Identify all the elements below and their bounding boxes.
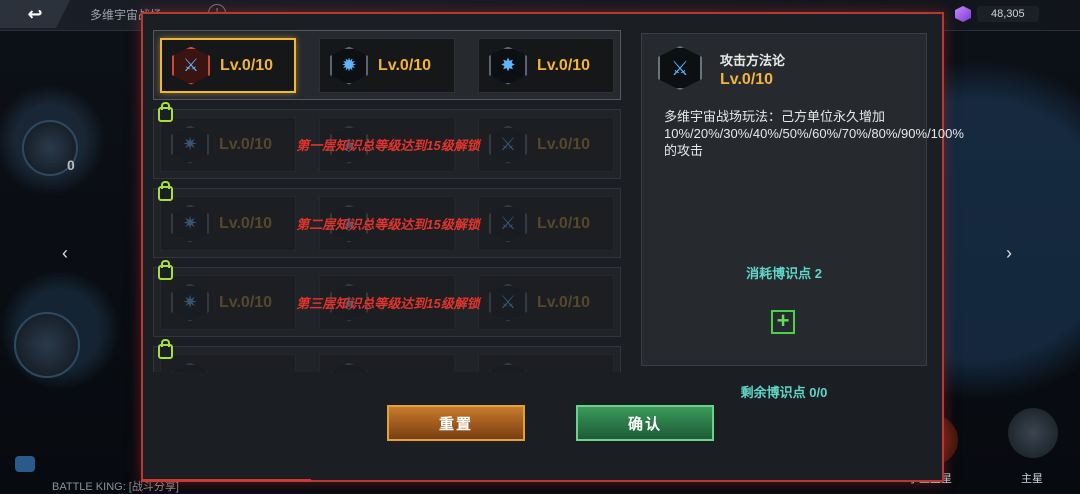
skill-cell: ◈ [319, 354, 455, 372]
cost-text: 消耗博识点 2 [746, 266, 822, 281]
skill-cell[interactable]: ✹ Lv.0/10 [319, 38, 455, 93]
skill-cell[interactable]: ✸ Lv.0/10 [478, 38, 614, 93]
lock-icon [158, 260, 173, 280]
skill-level: Lv.0/10 [378, 56, 432, 74]
lock-icon [158, 181, 173, 201]
skill-cell[interactable]: ⚔ Lv.0/10 [160, 38, 296, 93]
skill-level: Lv.0/10 [220, 56, 274, 74]
detail-panel: ⚔ 攻击方法论 Lv.0/10 多维宇宙战场玩法：己方单位永久增加10%/20%… [641, 33, 964, 366]
remaining-points: 剩余博识点 0/0 [740, 385, 828, 400]
sword-icon: ⚔ [172, 46, 210, 85]
unlock-requirement: 第二层知识总等级达到15级解锁 [296, 217, 480, 232]
skill-cell: ✷ [160, 354, 296, 372]
back-icon: ↩ [27, 3, 43, 24]
nav-main-star-label[interactable]: 主星 [1021, 470, 1043, 486]
knowledge-modal: ⚔ Lv.0/10 ✹ Lv.0/10 ✸ Lv.0/10 ✷ Lv.0/10 ◈ ⚔ Lv.0/1… [141, 12, 964, 482]
gear-star-icon: ✷ [171, 362, 209, 372]
detail-description: 多维宇宙战场玩法：己方单位永久增加10%/20%/30%/40%/50%/60%… [664, 109, 964, 158]
confirm-button[interactable]: 确认 [576, 405, 714, 441]
modal-accent [141, 465, 311, 482]
reset-button[interactable]: 重置 [387, 405, 525, 441]
back-button[interactable]: ↩ [0, 0, 70, 28]
currency-display: 48,305 [955, 6, 1039, 22]
knowledge-row: ✷ Lv.0/10 ◈ ⚔ Lv.0/10 第一层知识总等级达到15级解锁 [153, 102, 621, 179]
currency-value: 48,305 [977, 6, 1039, 22]
left-gear-emblem[interactable] [14, 312, 80, 378]
left-arrow-icon[interactable]: ‹ [62, 243, 68, 264]
chat-icon[interactable] [15, 456, 35, 472]
knowledge-row: ⚔ Lv.0/10 ✹ Lv.0/10 ✸ Lv.0/10 [153, 30, 621, 100]
skill-cell: ⚔ [478, 354, 614, 372]
sparkle-icon: ✸ [489, 46, 527, 85]
star-burst-icon: ✹ [330, 46, 368, 85]
lock-icon [158, 102, 173, 122]
unlock-requirement: 第一层知识总等级达到15级解锁 [296, 138, 480, 153]
orb-count: 0 [67, 157, 75, 173]
detail-title: 攻击方法论 [720, 53, 786, 68]
cube-currency-icon [955, 6, 971, 22]
sword-icon: ⚔ [658, 46, 702, 90]
right-arrow-icon[interactable]: › [1006, 243, 1012, 264]
knowledge-row: ✷ Lv.0/10 ◈ ⚔ Lv.0/10 第三层知识总等级达到15级解锁 [153, 260, 621, 337]
detail-level: Lv.0/10 [720, 71, 774, 88]
knowledge-row: ✷ ◈ ⚔ [153, 339, 621, 372]
knowledge-row: ✷ Lv.0/10 ◈ ⚔ Lv.0/10 第二层知识总等级达到15级解锁 [153, 181, 621, 258]
sword-icon: ⚔ [489, 362, 527, 372]
skill-level: Lv.0/10 [537, 56, 591, 74]
main-star-emblem[interactable] [1008, 408, 1058, 458]
lock-icon [158, 339, 173, 359]
unlock-requirement: 第三层知识总等级达到15级解锁 [296, 296, 480, 311]
shield-icon: ◈ [330, 362, 368, 372]
knowledge-list[interactable]: ⚔ Lv.0/10 ✹ Lv.0/10 ✸ Lv.0/10 ✷ Lv.0/10 ◈ ⚔ Lv.0/1… [153, 30, 621, 372]
add-point-button[interactable]: + [771, 310, 795, 334]
